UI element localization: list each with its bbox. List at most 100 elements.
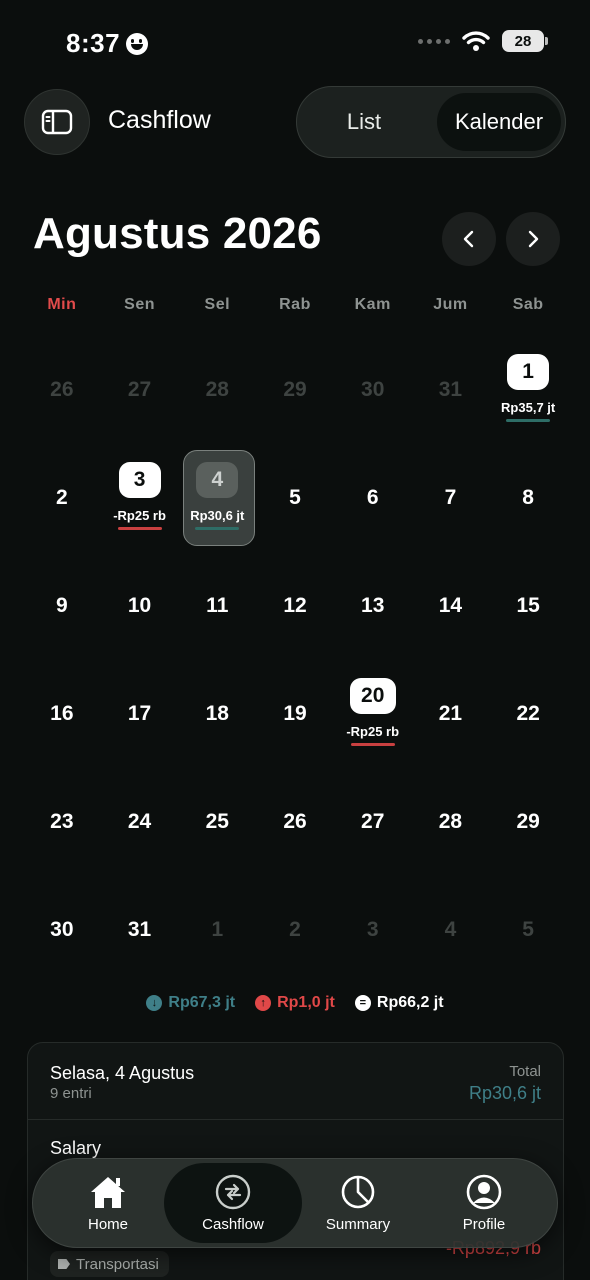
view-calendar-button[interactable]: Kalender	[437, 93, 561, 151]
calendar-day-number: 2	[56, 486, 68, 509]
calendar-day[interactable]: 3 -Rp25 rb	[101, 444, 179, 552]
calendar-day[interactable]: 4 Rp30,6 jt	[178, 444, 256, 552]
calendar-day[interactable]: 6	[334, 444, 412, 552]
calendar-day[interactable]: 5	[489, 876, 567, 984]
calendar-day[interactable]: 10	[101, 552, 179, 660]
calendar-day[interactable]: 12	[256, 552, 334, 660]
nav-summary[interactable]: Summary	[303, 1159, 413, 1247]
weekday-label: Min	[47, 296, 77, 313]
total-income-value: Rp67,3 jt	[168, 994, 236, 1011]
view-list-button[interactable]: List	[297, 87, 431, 157]
weekday-label: Sel	[204, 296, 231, 313]
calendar-day[interactable]: 22	[489, 660, 567, 768]
income-indicator	[506, 419, 551, 422]
calendar-day-amount: Rp30,6 jt	[190, 508, 245, 523]
day-card-entries: 9 entri	[50, 1085, 92, 1102]
calendar-day[interactable]: 11	[178, 552, 256, 660]
calendar-day[interactable]: 1 Rp35,7 jt	[489, 336, 567, 444]
prev-month-button[interactable]	[442, 212, 496, 266]
calendar-day[interactable]: 5	[256, 444, 334, 552]
calendar-day[interactable]: 28	[412, 768, 490, 876]
page-title: Cashflow	[108, 106, 211, 134]
calendar-day-number: 18	[205, 702, 229, 725]
home-icon	[91, 1176, 125, 1208]
calendar-day[interactable]: 28	[178, 336, 256, 444]
calendar-day[interactable]: 21	[412, 660, 490, 768]
next-month-button[interactable]	[506, 212, 560, 266]
battery-icon: 28	[502, 30, 548, 52]
calendar-day-number: 27	[127, 378, 152, 401]
month-title: Agustus 2026	[33, 209, 322, 258]
calendar-day-number: 4	[196, 462, 239, 498]
weekday-label: Sen	[124, 296, 155, 313]
calendar-day-number: 23	[50, 810, 74, 833]
nav-profile[interactable]: Profile	[429, 1159, 539, 1247]
expense-indicator	[117, 527, 162, 530]
calendar-day[interactable]: 27	[101, 336, 179, 444]
tag-icon	[58, 1259, 70, 1269]
calendar-day[interactable]: 25	[178, 768, 256, 876]
calendar-day-number: 13	[361, 594, 385, 617]
calendar-day[interactable]: 13	[334, 552, 412, 660]
calendar-day[interactable]: 30	[23, 876, 101, 984]
chevron-left-icon	[463, 230, 474, 248]
calendar-day[interactable]: 31	[101, 876, 179, 984]
calendar-day-number: 9	[56, 594, 68, 617]
calendar-day[interactable]: 2	[256, 876, 334, 984]
calendar-day[interactable]: 7	[412, 444, 490, 552]
nav-cashflow-label: Cashflow	[202, 1215, 264, 1233]
calendar-day[interactable]: 26	[23, 336, 101, 444]
calendar-day[interactable]: 24	[101, 768, 179, 876]
calendar-day[interactable]: 1	[178, 876, 256, 984]
total-expense: ↑ Rp1,0 jt	[255, 994, 335, 1012]
sidebar-icon	[41, 109, 73, 135]
calendar-day[interactable]: 20 -Rp25 rb	[334, 660, 412, 768]
day-card-total-label: Total	[509, 1063, 541, 1080]
calendar-day-number: 6	[366, 486, 379, 509]
calendar-day[interactable]: 8	[489, 444, 567, 552]
calendar-day[interactable]: 14	[412, 552, 490, 660]
total-net: = Rp66,2 jt	[354, 994, 444, 1012]
calendar-day-number: 15	[516, 594, 540, 617]
nav-profile-label: Profile	[462, 1215, 506, 1233]
calendar-day[interactable]: 30	[334, 336, 412, 444]
calendar-day[interactable]: 26	[256, 768, 334, 876]
nav-cashflow[interactable]: Cashflow	[164, 1163, 302, 1243]
calendar-day[interactable]: 19	[256, 660, 334, 768]
calendar-day[interactable]: 27	[334, 768, 412, 876]
calendar-day[interactable]: 29	[256, 336, 334, 444]
weekday-label: Sab	[512, 296, 544, 313]
calendar-day-number: 24	[127, 810, 152, 833]
nav-home[interactable]: Home	[53, 1159, 163, 1247]
calendar-day[interactable]: 4	[412, 876, 490, 984]
calendar-day-number: 28	[205, 378, 229, 401]
bottom-nav: Home Cashflow Summary Profile	[32, 1158, 558, 1248]
calendar-day[interactable]: 17	[101, 660, 179, 768]
calendar-day-number: 7	[444, 486, 457, 509]
calendar-day-number: 3	[118, 462, 161, 498]
calendar-day[interactable]: 29	[489, 768, 567, 876]
arrow-up-icon: ↑	[255, 995, 272, 1011]
cashflow-icon	[215, 1174, 251, 1209]
calendar-day-number: 14	[438, 594, 463, 617]
entry-title[interactable]: Salary	[50, 1138, 101, 1159]
calendar-day[interactable]: 2	[23, 444, 101, 552]
equals-icon: =	[354, 995, 371, 1011]
pie-chart-icon	[341, 1175, 375, 1208]
calendar-day[interactable]: 3	[334, 876, 412, 984]
calendar-day[interactable]: 31	[412, 336, 490, 444]
calendar-day[interactable]: 15	[489, 552, 567, 660]
calendar-grid: 26 27 28 29 30 31 1 Rp35,7 jt 2 3 -Rp25 rb 4 Rp30,6 …	[23, 336, 567, 984]
calendar-day[interactable]: 23	[23, 768, 101, 876]
day-card-date: Selasa, 4 Agustus	[50, 1063, 195, 1083]
calendar-day[interactable]: 18	[178, 660, 256, 768]
day-card-divider	[28, 1119, 563, 1120]
expense-indicator	[350, 743, 395, 746]
calendar-day[interactable]: 9	[23, 552, 101, 660]
calendar-day-number: 19	[283, 702, 307, 725]
total-net-value: Rp66,2 jt	[376, 994, 444, 1011]
calendar-day[interactable]: 16	[23, 660, 101, 768]
calendar-day-number: 21	[438, 702, 463, 725]
sidebar-toggle-button[interactable]	[24, 89, 90, 155]
calendar-day-number: 11	[206, 594, 229, 617]
